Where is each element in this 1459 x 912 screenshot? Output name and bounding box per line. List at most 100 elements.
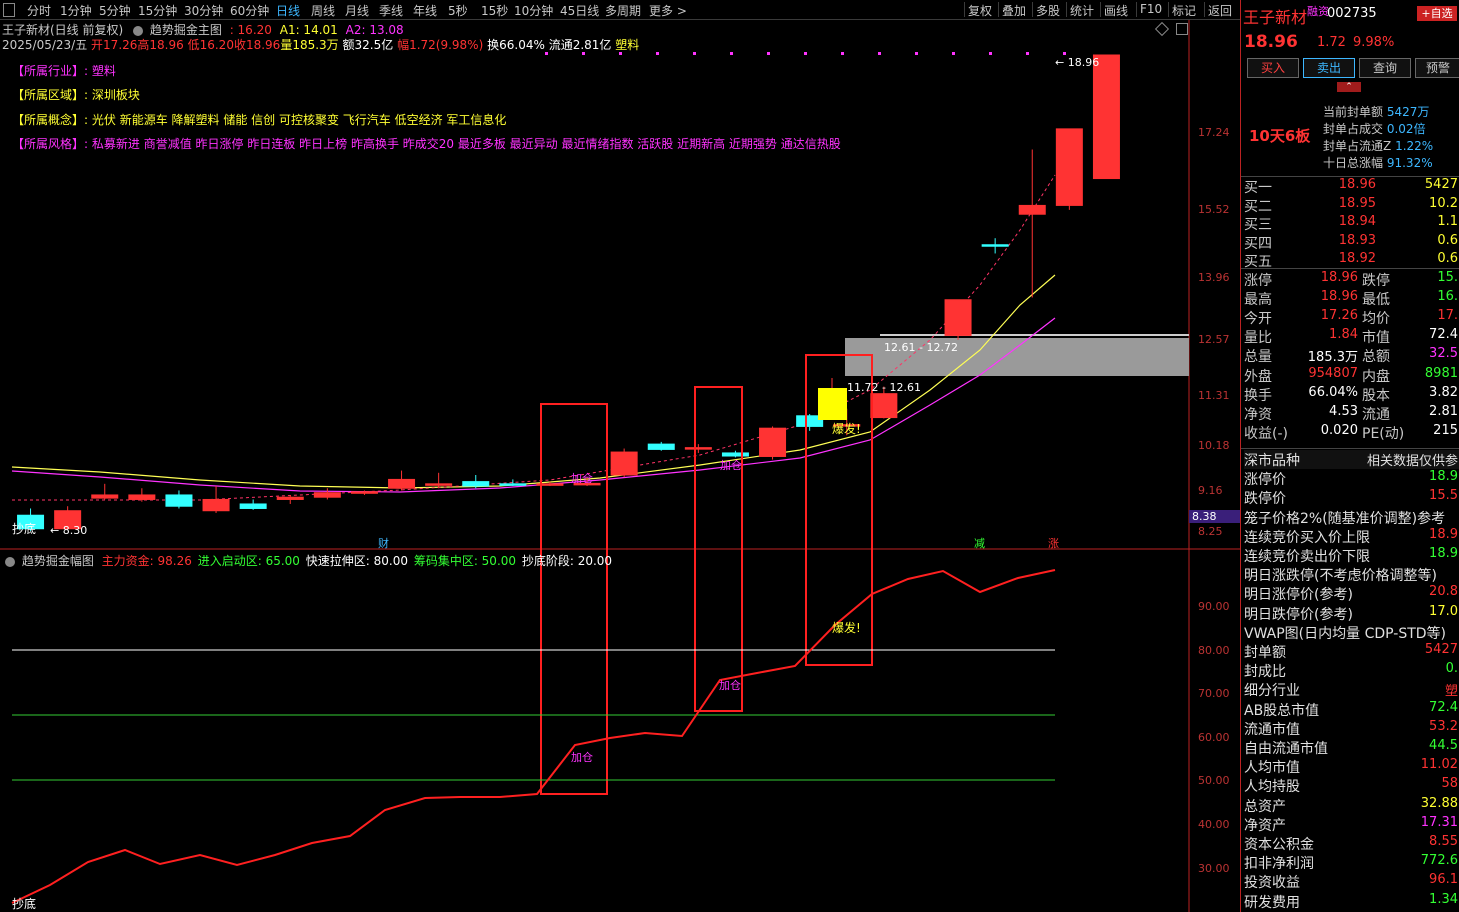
add-watch-button[interactable]: +自选 (1417, 6, 1457, 21)
seal-row: 当前封单额 5427万 (1323, 103, 1429, 120)
seal-label: 十日总涨幅 (1323, 156, 1384, 170)
sub-signal-label: 加仓 (719, 678, 741, 692)
extra-value: 44.5 (1429, 738, 1458, 753)
bid-row[interactable]: 买四 18.93 0.6 (1244, 233, 1459, 252)
high-price-label: ← 18.96 (1055, 56, 1099, 69)
extra-label: 总资产 (1244, 798, 1286, 815)
stats-row: 总量 185.3万 总额 32.5 (1244, 346, 1459, 365)
stat-value: 72.4 (1429, 327, 1458, 343)
bid-level: 买三 (1244, 217, 1272, 233)
stat-label: 总量 (1244, 349, 1272, 366)
extra-row: 封单额 5427 (1244, 642, 1459, 661)
extra-row: 跌停价 15.5 (1244, 488, 1459, 507)
extra-row: 涨停价 18.9 (1244, 469, 1459, 488)
extra-value: 18.9 (1429, 546, 1458, 561)
extra-row: 资本公积金 8.55 (1244, 834, 1459, 853)
extra-label: 自由流通市值 (1244, 741, 1328, 757)
sub-y-tick: 40.00 (1198, 818, 1230, 831)
extra-label: 连续竞价买入价上限 (1244, 529, 1370, 546)
stat-label: 内盘 (1362, 368, 1390, 385)
query-button[interactable]: 查询 (1359, 58, 1411, 78)
extra-value: 18.9 (1429, 526, 1458, 542)
extra-value: 18.9 (1429, 469, 1458, 485)
stat-label: 收益(-) (1244, 425, 1288, 442)
extra-row: VWAP图(日内均量 CDP-STD等) (1244, 623, 1459, 642)
signal-label: 加仓 (720, 458, 742, 472)
low-price-label: ← 8.30 (50, 524, 87, 537)
stat-label: 最高 (1244, 292, 1272, 309)
signal-dot (730, 52, 733, 55)
sell-button[interactable]: 卖出 (1303, 58, 1355, 78)
candle-body (684, 447, 712, 450)
bid-row[interactable]: 买一 18.96 5427 (1244, 177, 1459, 196)
candle-body (818, 388, 847, 420)
extra-label: 人均市值 (1244, 760, 1300, 777)
collapse-icon[interactable]: ⌃ (1337, 82, 1361, 92)
candle-body (981, 244, 1009, 247)
main-y-tick: 10.18 (1198, 439, 1230, 452)
bid-price: 18.95 (1338, 195, 1376, 211)
candle-body (1055, 128, 1083, 206)
stat-value: 15. (1437, 270, 1458, 285)
extra-row: 自由流通市值 44.5 (1244, 738, 1459, 757)
stat-label: 总额 (1362, 349, 1390, 366)
main-fund-line (11, 569, 1056, 904)
bid-row[interactable]: 买三 18.94 1.1 (1244, 214, 1459, 233)
extra-label: 投资收益 (1244, 875, 1300, 892)
extra-value: 17.31 (1420, 814, 1458, 830)
sub-chart-header: 趋势掘金幅图 主力资金: 98.26 进入启动区: 65.00 快速拉伸区: 8… (2, 552, 612, 569)
candle-body (276, 496, 304, 500)
event-tag-fin: 财 (378, 536, 389, 550)
signal-dot (841, 52, 844, 55)
buy-button[interactable]: 买入 (1247, 58, 1299, 78)
candle-body (128, 494, 156, 500)
signal-dot (952, 52, 955, 55)
stat-value: 18.96 (1320, 289, 1358, 305)
signal-dot (878, 52, 881, 55)
main-price-chart[interactable]: ← 18.96 ← 8.30 12.61 - 12.72 11.72 - 12.61 加… (0, 0, 1240, 912)
extra-label: 研发费用 (1244, 894, 1300, 911)
extra-value: 0. (1445, 661, 1458, 677)
extra-label: 净资产 (1244, 817, 1286, 834)
sub-signal-label: 爆发! (832, 620, 861, 635)
extra-label: 跌停价 (1244, 491, 1286, 508)
candle-body (610, 451, 638, 476)
stock-badge: 融资 (1307, 5, 1329, 18)
signal-box (540, 403, 608, 795)
stat-value: 17.26 (1320, 308, 1358, 324)
stat-label: 股本 (1362, 387, 1390, 404)
extra-value: 58 (1441, 776, 1458, 792)
stats-row: 今开 17.26 均价 17. (1244, 308, 1459, 327)
sub-indicator-icon[interactable] (5, 556, 15, 567)
extra-label: 封单额 (1244, 645, 1286, 661)
stat-label: 外盘 (1244, 368, 1272, 385)
bottom-tag: 抄底 (12, 521, 36, 536)
support-dashed-line (12, 174, 1056, 501)
rally-zone-value: 快速拉伸区: 80.00 (305, 554, 408, 568)
extra-label: 资本公积金 (1244, 837, 1314, 853)
candle-body (870, 393, 898, 419)
bid-volume: 5427 (1424, 177, 1458, 192)
bid-row[interactable]: 买二 18.95 10.2 (1244, 196, 1459, 215)
candle-body (721, 452, 749, 457)
signal-dot (582, 52, 585, 55)
sub-chart-title[interactable]: 趋势掘金幅图 (22, 554, 94, 568)
bottom-stage-value: 抄底阶段: 20.00 (521, 554, 613, 568)
candle-body (425, 483, 453, 486)
extra-value: 5427 (1424, 642, 1458, 657)
seal-label: 封单占成交 (1323, 122, 1384, 136)
event-tag-reduce: 减 (974, 537, 985, 550)
sub-y-tick: 80.00 (1198, 644, 1230, 657)
stats-row: 涨停 18.96 跌停 15. (1244, 270, 1459, 289)
stats-row: 换手 66.04% 股本 3.82 (1244, 385, 1459, 404)
signal-label: 加仓 (571, 471, 593, 485)
extra-row: 封成比 0. (1244, 661, 1459, 680)
main-fund-value: 主力资金: 98.26 (101, 554, 192, 568)
bid-price: 18.96 (1338, 177, 1376, 192)
stats-row: 量比 1.84 市值 72.4 (1244, 327, 1459, 346)
sub-y-tick: 60.00 (1198, 731, 1230, 744)
alert-button[interactable]: 预警 (1415, 58, 1459, 78)
signal-dot (1026, 52, 1029, 55)
stat-value: 4.53 (1329, 403, 1358, 419)
extra-row: 连续竞价卖出价下限 18.9 (1244, 546, 1459, 565)
